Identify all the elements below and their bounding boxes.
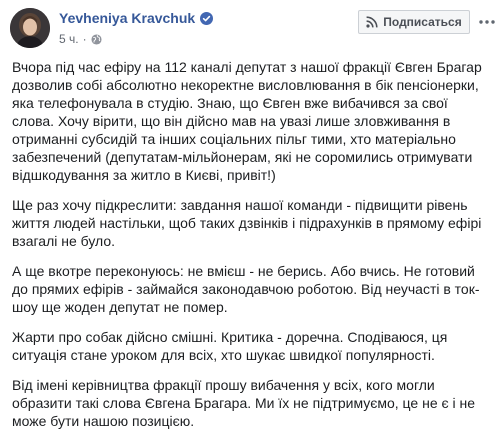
more-options-button[interactable] [478,13,496,31]
more-dots-icon [479,20,495,24]
post-header: Yevheniya Kravchuk 5 ч. · Подписаться [0,0,500,58]
verified-badge-icon [200,11,214,25]
subscribe-button[interactable]: Подписаться [358,10,470,34]
author-name[interactable]: Yevheniya Kravchuk [59,10,195,26]
subscribe-label: Подписаться [383,15,462,29]
post-timestamp[interactable]: 5 ч. [59,32,79,46]
avatar-portrait-icon [10,8,50,48]
facebook-post: Yevheniya Kravchuk 5 ч. · Подписаться Вч… [0,0,500,432]
post-paragraph: Від імені керівництва фракції прошу виба… [12,377,476,429]
post-paragraph: А ще вкотре переконуюсь: не вмієш - не б… [12,263,480,315]
rss-icon [366,16,378,28]
post-body: Вчора під час ефіру на 112 каналі депута… [12,58,492,432]
globe-icon[interactable] [91,33,102,45]
post-paragraph: Ще раз хочу підкреслити: завдання нашої … [12,197,482,249]
post-paragraph: Жарти про собак дійсно смішні. Критика -… [12,329,448,363]
post-meta: 5 ч. · [59,32,102,46]
post-paragraph: Вчора під час ефіру на 112 каналі депута… [12,59,482,183]
author-line: Yevheniya Kravchuk [59,10,214,26]
author-avatar[interactable] [10,8,50,48]
meta-separator: · [82,32,87,46]
